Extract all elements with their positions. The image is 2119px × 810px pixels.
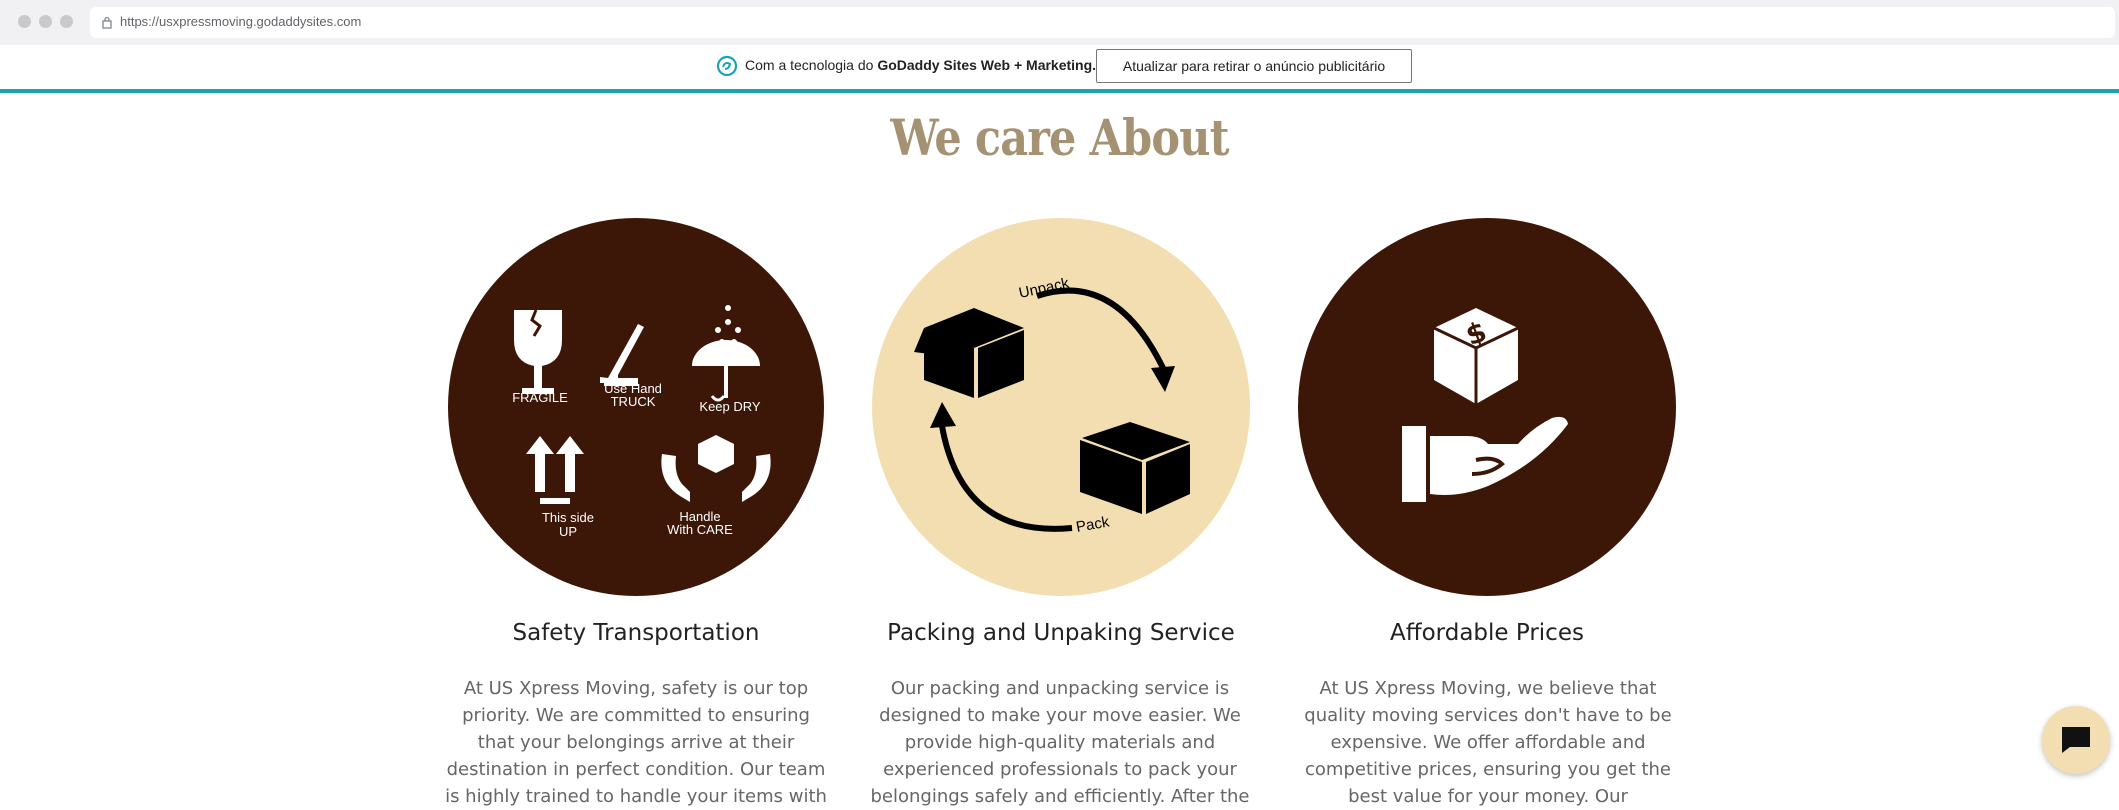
card-title-prices: Affordable Prices xyxy=(1390,620,1584,646)
truck-label-2: TRUCK xyxy=(611,394,656,409)
card-description-packing: Our packing and unpacking service is des… xyxy=(870,678,1250,807)
banner-text: Com a tecnologia do GoDaddy Sites Web + … xyxy=(745,57,1096,73)
maximize-window-dot[interactable] xyxy=(60,15,73,28)
lock-icon xyxy=(102,16,112,29)
card-description-safety: At US Xpress Moving, safety is our top p… xyxy=(445,678,827,807)
up-label-2: UP xyxy=(559,524,577,539)
up-arrow-icon xyxy=(526,436,554,492)
address-bar[interactable]: https://usxpressmoving.godaddysites.com xyxy=(90,7,2115,38)
dry-label: Keep DRY xyxy=(699,399,761,414)
banner-brand[interactable]: GoDaddy Sites Web + Marketing. xyxy=(877,57,1096,73)
banner-text-prefix: Com a tecnologia do xyxy=(745,57,878,73)
godaddy-banner: Com a tecnologia do GoDaddy Sites Web + … xyxy=(0,45,2119,93)
minimize-window-dot[interactable] xyxy=(39,15,52,28)
section-heading: We care About xyxy=(890,108,1229,167)
pack-unpack-cycle-icon: Unpack Pack xyxy=(914,275,1190,536)
fragile-label: FRAGILE xyxy=(512,390,568,405)
care-box-icon xyxy=(698,435,734,473)
chat-button[interactable] xyxy=(2042,706,2110,774)
close-window-dot[interactable] xyxy=(18,15,31,28)
chat-bubble-icon xyxy=(2062,727,2090,753)
hand-truck-icon xyxy=(600,324,644,383)
fragile-glass-icon xyxy=(514,310,562,394)
window-controls xyxy=(18,15,73,28)
safety-circle-image: FRAGILE Use Hand TRUCK Keep DRY This sid… xyxy=(448,218,824,596)
hand-holding-box-icon: $ xyxy=(1402,308,1568,502)
packing-circle-image: Unpack Pack xyxy=(872,218,1250,596)
care-label-2: With CARE xyxy=(667,522,733,537)
shipping-symbols-icon: FRAGILE Use Hand TRUCK Keep DRY This sid… xyxy=(512,305,771,539)
hand-icon xyxy=(1402,426,1426,502)
unpack-label: Unpack xyxy=(1017,275,1071,302)
browser-chrome: https://usxpressmoving.godaddysites.com xyxy=(0,0,2119,45)
url-text: https://usxpressmoving.godaddysites.com xyxy=(120,14,362,29)
prices-circle-image: $ xyxy=(1298,218,1676,596)
upgrade-button[interactable]: Atualizar para retirar o anúncio publici… xyxy=(1096,49,1412,83)
card-title-packing: Packing and Unpaking Service xyxy=(887,620,1235,646)
umbrella-icon xyxy=(692,340,760,366)
card-title-safety: Safety Transportation xyxy=(512,620,760,646)
godaddy-logo-icon xyxy=(716,55,738,77)
card-description-prices: At US Xpress Moving, we believe that qua… xyxy=(1304,678,1672,807)
pack-label: Pack xyxy=(1075,513,1111,536)
up-label-1: This side xyxy=(542,510,594,525)
